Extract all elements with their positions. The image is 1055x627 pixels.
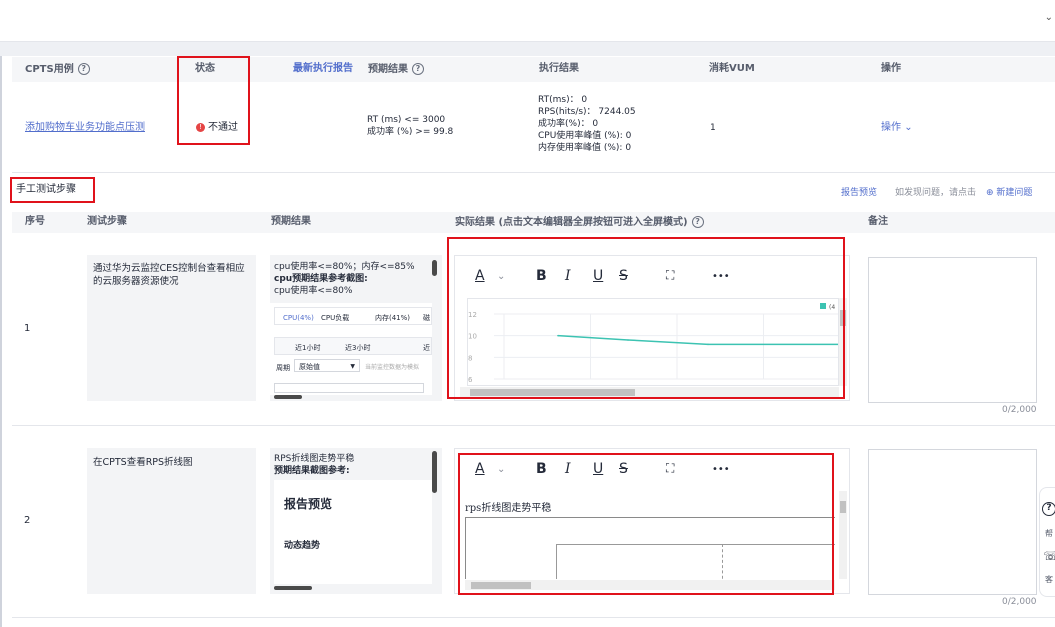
help-icon[interactable]: ? bbox=[691, 216, 704, 228]
vum-value: 1 bbox=[710, 123, 716, 133]
row-divider bbox=[12, 425, 1055, 426]
issue-hint: 如发现问题，请点击 bbox=[895, 188, 977, 198]
col-step-expected: 预期结果 bbox=[271, 216, 311, 227]
period-label: 周期 bbox=[276, 364, 290, 372]
metric-tab: CPU(4%) bbox=[283, 314, 314, 322]
actual-highlight-1 bbox=[447, 237, 845, 399]
col-ops: 操作 bbox=[881, 63, 901, 74]
chart-frame bbox=[274, 383, 424, 393]
scrollbar-thumb[interactable] bbox=[432, 260, 437, 276]
step-desc: 通过华为云监控CES控制台查看相应的云服务器资源使况 bbox=[93, 263, 245, 287]
range-tab: 近3小时 bbox=[345, 344, 371, 352]
help-icon[interactable]: ? bbox=[1042, 502, 1055, 516]
metric-tab: 磁 bbox=[423, 314, 430, 322]
report-preview-link[interactable]: 报告预览 bbox=[841, 187, 877, 199]
step-desc-box: 在CPTS查看RPS折线图 bbox=[87, 448, 256, 594]
service-label: 客 bbox=[1045, 575, 1053, 584]
remark-counter: 0/2,000 bbox=[1002, 597, 1037, 607]
case-row: 添加购物车业务功能点压测 ! 不通过 RT (ms) <= 3000 成功率 (%… bbox=[12, 82, 1055, 173]
plus-circle-icon: ⊕ bbox=[986, 188, 994, 198]
exec-result: RT(ms)： 0 RPS(hits/s)： 7244.05 成功率(%)： 0… bbox=[538, 95, 636, 153]
expected-box[interactable]: RPS折线图走势平稳 预期结果截图参考: 报告预览 动态趋势 bbox=[270, 448, 442, 594]
help-label: 帮 bbox=[1045, 529, 1053, 538]
period-select: 原始值 ▼ bbox=[294, 359, 360, 372]
case-link[interactable]: 添加购物车业务功能点压测 bbox=[25, 122, 145, 134]
col-index: 序号 bbox=[25, 216, 45, 227]
step-desc-box: 通过华为云监控CES控制台查看相应的云服务器资源使况 bbox=[87, 255, 256, 401]
chevron-down-icon[interactable]: ⌄ bbox=[1045, 12, 1053, 23]
case-table-header: CPTS用例? 状态 最新执行报告 预期结果? 执行结果 消耗VUM 操作 bbox=[12, 57, 1055, 82]
scrollbar-thumb-h[interactable] bbox=[274, 395, 302, 399]
scrollbar-thumb[interactable] bbox=[432, 451, 437, 493]
trend-title: 动态趋势 bbox=[284, 541, 321, 551]
left-border bbox=[0, 56, 2, 627]
step-desc: 在CPTS查看RPS折线图 bbox=[93, 457, 193, 468]
scrollbar-thumb[interactable] bbox=[840, 501, 846, 513]
range-tab: 近1小时 bbox=[295, 344, 321, 352]
top-bar: ⌄ bbox=[0, 0, 1055, 42]
col-vum: 消耗VUM bbox=[709, 63, 755, 74]
expected-screenshot: CPU(4%) CPU负载 内存(41%) 磁 近1小时 近3小时 近 周期 原… bbox=[270, 303, 432, 395]
range-tabs: 近1小时 近3小时 近 bbox=[274, 337, 432, 355]
remark-textarea[interactable] bbox=[868, 449, 1037, 595]
steps-table-header: 序号 测试步骤 预期结果 实际结果 (点击文本编辑器全屏按钮可进入全屏模式)? … bbox=[12, 212, 1055, 233]
customer-service-icon[interactable]: ☏ bbox=[1043, 550, 1055, 562]
row-divider bbox=[12, 617, 1055, 618]
metric-tab: CPU负载 bbox=[321, 314, 350, 322]
step-index: 2 bbox=[24, 515, 31, 526]
scrollbar-thumb-h[interactable] bbox=[274, 586, 312, 590]
header-band bbox=[0, 42, 1055, 56]
col-remark: 备注 bbox=[868, 216, 888, 227]
help-icon[interactable]: ? bbox=[412, 63, 424, 75]
status-highlight bbox=[177, 56, 250, 145]
actual-highlight-2 bbox=[458, 453, 834, 595]
expected-text: cpu使用率<=80%；内存<=85% cpu预期结果参考截图: cpu使用率<… bbox=[274, 262, 415, 296]
metric-tabs: CPU(4%) CPU负载 内存(41%) 磁 bbox=[274, 307, 432, 325]
period-hint: 当前监控数据为模拟 bbox=[365, 364, 420, 371]
expected-text: RPS折线图走势平稳 预期结果截图参考: bbox=[274, 454, 355, 476]
ops-dropdown[interactable]: 操作 ⌄ bbox=[881, 122, 913, 134]
expected-screenshot: 报告预览 动态趋势 bbox=[274, 480, 432, 584]
vertical-scrollbar[interactable] bbox=[839, 491, 847, 579]
chevron-down-icon: ⌄ bbox=[904, 122, 913, 133]
section-title: 手工测试步骤 bbox=[16, 184, 76, 195]
col-step: 测试步骤 bbox=[87, 216, 127, 227]
expected-result: RT (ms) <= 3000 成功率 (%) >= 99.8 bbox=[367, 115, 454, 137]
remark-textarea[interactable] bbox=[868, 257, 1037, 403]
help-floater[interactable]: ? 帮 ☏ 客 bbox=[1039, 487, 1055, 597]
step-index: 1 bbox=[24, 323, 31, 334]
new-issue-link[interactable]: ⊕ 新建问题 bbox=[986, 187, 1032, 199]
col-case: CPTS用例? bbox=[25, 63, 90, 76]
caret-down-icon: ▼ bbox=[350, 363, 355, 370]
col-actual: 实际结果 (点击文本编辑器全屏按钮可进入全屏模式)? bbox=[455, 216, 704, 229]
expected-box[interactable]: cpu使用率<=80%；内存<=85% cpu预期结果参考截图: cpu使用率<… bbox=[270, 255, 442, 401]
range-tab: 近 bbox=[423, 344, 430, 352]
help-icon[interactable]: ? bbox=[77, 63, 90, 75]
remark-counter: 0/2,000 bbox=[1002, 405, 1037, 415]
latest-report-link[interactable]: 最新执行报告 bbox=[293, 63, 353, 75]
report-preview-title: 报告预览 bbox=[284, 497, 333, 511]
col-exec-result: 执行结果 bbox=[539, 63, 579, 74]
metric-tab: 内存(41%) bbox=[375, 314, 411, 322]
col-expected: 预期结果? bbox=[368, 63, 424, 76]
